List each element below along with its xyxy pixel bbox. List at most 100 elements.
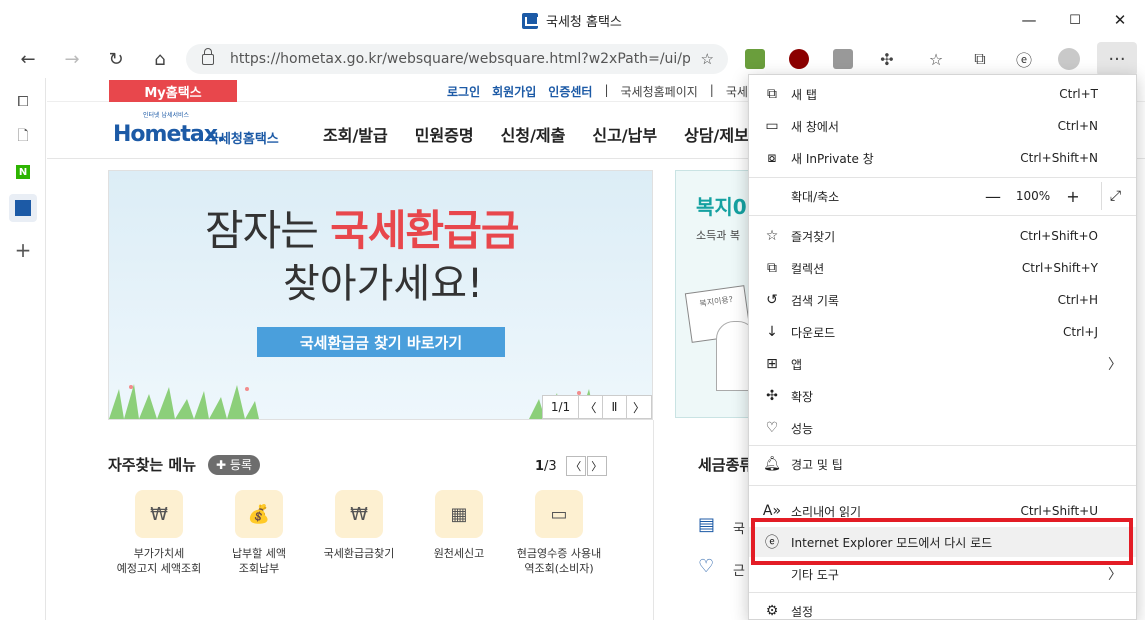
close-button[interactable]: ✕ <box>1097 0 1143 40</box>
zoom-in-button[interactable]: + <box>1059 187 1087 206</box>
tab-hometax[interactable] <box>9 194 37 222</box>
zoom-out-button[interactable]: — <box>979 187 1007 206</box>
menu-new-window[interactable]: ▭ 새 창에서 Ctrl+N <box>749 111 1136 141</box>
favorites-prev-button[interactable]: 〈 <box>565 456 586 476</box>
nav-certificates[interactable]: 민원증명 <box>415 122 474 146</box>
extensions-puzzle-icon[interactable]: ✣ <box>872 44 902 74</box>
banner-pager: 1/1 〈 Ⅱ 〉 <box>542 395 652 419</box>
nav-file-pay[interactable]: 신고/납부 <box>592 122 657 146</box>
tab-actions-icon[interactable]: ⧠ <box>9 88 37 116</box>
menu-downloads[interactable]: ↓ 다운로드 Ctrl+J <box>749 317 1136 347</box>
window-title: 국세청 홈택스 <box>522 11 622 30</box>
extension-icon-1[interactable] <box>745 49 765 69</box>
favorites-pager: 1 /3 〈 〉 <box>535 456 607 476</box>
minimize-button[interactable]: — <box>1006 0 1052 40</box>
fav-cash-receipt[interactable]: ▭ 현금영수증 사용내 역조회(소비자) <box>509 490 609 576</box>
menu-inprivate[interactable]: ⧇ 새 InPrivate 창 Ctrl+Shift+N <box>749 143 1136 173</box>
hometax-app-icon <box>522 12 539 29</box>
collections-icon[interactable]: ⧉ <box>965 44 995 74</box>
favorites-icon[interactable]: ☆ <box>921 44 951 74</box>
new-window-icon: ▭ <box>765 118 779 134</box>
refund-cta-button[interactable]: 국세환급금 찾기 바로가기 <box>257 327 505 357</box>
favorites-heading-row: 자주찾는 메뉴 ✚ 등록 <box>108 454 260 475</box>
nav-inquiry[interactable]: 조회/발급 <box>323 122 388 146</box>
profile-avatar[interactable] <box>1054 44 1084 74</box>
favorites-list: ₩ 부가가치세 예정고지 세액조회 💰 납부할 세액 조회납부 ₩ 국세환급금찾기 … <box>109 490 629 610</box>
tax-types-heading: 세금종류 <box>698 456 754 474</box>
inprivate-icon: ⧇ <box>767 150 777 166</box>
menu-apps[interactable]: ⊞ 앱 〉 <box>749 349 1136 379</box>
welfare-title: 복지0 <box>696 195 747 219</box>
fav-vat-forecast[interactable]: ₩ 부가가치세 예정고지 세액조회 <box>109 490 209 576</box>
divider: | <box>604 83 609 97</box>
nav-consult[interactable]: 상담/제보 <box>684 122 749 146</box>
menu-collections[interactable]: ⧉ 컬렉션 Ctrl+Shift+Y <box>749 253 1136 283</box>
extensions-icon: ✣ <box>766 388 778 404</box>
fav-find-refund[interactable]: ₩ 국세환급금찾기 <box>309 490 409 561</box>
favorites-next-button[interactable]: 〉 <box>586 456 607 476</box>
menu-new-tab[interactable]: ⧉ 새 탭 Ctrl+T <box>749 79 1136 109</box>
fullscreen-icon[interactable]: ⤢ <box>1101 182 1129 210</box>
url-text[interactable]: https://hometax.go.kr/websquare/websquar… <box>230 51 690 67</box>
menu-favorites[interactable]: ☆ 즐겨찾기 Ctrl+Shift+O <box>749 221 1136 251</box>
apps-icon: ⊞ <box>766 356 778 372</box>
nts-homepage-link[interactable]: 국세청홈페이지 <box>621 83 698 100</box>
welfare-subtitle: 소득과 복 <box>696 229 740 242</box>
zoom-value: 100% <box>1015 189 1051 203</box>
home-icon[interactable]: ⌂ <box>145 44 175 74</box>
login-link[interactable]: 로그인 <box>447 83 480 100</box>
banner-next-button[interactable]: 〉 <box>627 396 651 418</box>
banner-page-count: 1/1 <box>543 396 579 418</box>
new-tab-plus-icon[interactable]: + <box>9 236 37 264</box>
menu-extensions[interactable]: ✣ 확장 <box>749 381 1136 411</box>
tab-document-icon[interactable]: 🗋 <box>9 123 37 151</box>
divider <box>749 592 1136 593</box>
menu-history[interactable]: ↺ 검색 기록 Ctrl+H <box>749 285 1136 315</box>
lock-icon[interactable] <box>202 47 214 65</box>
refund-coin-icon: ₩ <box>335 490 383 538</box>
cash-icon: ▭ <box>535 490 583 538</box>
tax-item-1[interactable]: 국 <box>733 518 745 537</box>
ublock-icon[interactable] <box>789 49 809 69</box>
fav-withholding[interactable]: ▦ 원천세신고 <box>409 490 509 561</box>
vertical-tabs-sidebar: ⧠ 🗋 N + <box>0 78 46 620</box>
refresh-icon[interactable]: ↻ <box>101 44 131 74</box>
hometax-logo[interactable]: 인터넷 납세서비스 Hometax. 국세청홈택스 <box>107 108 292 156</box>
favorites-page-current: 1 <box>535 458 545 474</box>
address-bar[interactable]: https://hometax.go.kr/websquare/websquar… <box>186 44 728 74</box>
my-hometax-tab[interactable]: My홈택스 <box>109 80 237 102</box>
new-tab-icon: ⧉ <box>767 86 777 102</box>
signup-link[interactable]: 회원가입 <box>492 83 536 100</box>
maximize-button[interactable]: ☐ <box>1052 0 1098 40</box>
ie-mode-icon[interactable]: ⓔ <box>1009 44 1039 74</box>
extension-icon-3[interactable] <box>833 49 853 69</box>
collections-icon: ⧉ <box>767 260 777 276</box>
menu-alerts[interactable]: 🔔︎ 경고 및 팁 <box>749 449 1136 479</box>
tax-item-2[interactable]: 근 <box>733 560 745 579</box>
nav-apply[interactable]: 신청/제출 <box>501 122 566 146</box>
register-favorite-button[interactable]: ✚ 등록 <box>208 454 260 475</box>
main-nav: 조회/발급 민원증명 신청/제출 신고/납부 상담/제보 <box>323 122 776 146</box>
menu-settings[interactable]: ⚙ 설정 <box>749 596 1136 619</box>
tab-naver[interactable]: N <box>9 158 37 186</box>
add-favorite-icon[interactable]: ☆ <box>701 50 714 68</box>
back-icon[interactable]: ← <box>13 44 43 74</box>
logo-tagline: 인터넷 납세서비스 <box>143 112 190 119</box>
window-titlebar: 국세청 홈택스 — ☐ ✕ <box>0 0 1145 40</box>
fav-pay-tax[interactable]: 💰 납부할 세액 조회납부 <box>209 490 309 576</box>
history-icon: ↺ <box>766 292 778 308</box>
banner-prev-button[interactable]: 〈 <box>579 396 603 418</box>
banner-pause-button[interactable]: Ⅱ <box>603 396 627 418</box>
tax-doc-icon: ₩ <box>135 490 183 538</box>
menu-zoom: 확대/축소 — 100% + ⤢ <box>749 181 1136 211</box>
forward-icon[interactable]: → <box>57 44 87 74</box>
settings-more-button[interactable]: ··· <box>1097 42 1137 76</box>
heart-icon: ♡ <box>698 556 715 577</box>
menu-performance[interactable]: ♡ 성능 <box>749 413 1136 443</box>
bell-icon: 🔔︎ <box>763 456 781 472</box>
main-banner[interactable]: 잠자는 국세환급금 찾아가세요! 국세환급금 찾기 바로가기 1/1 〈 Ⅱ 〉 <box>108 170 653 420</box>
hometax-tab-icon <box>15 200 31 216</box>
gear-icon: ⚙ <box>765 603 779 619</box>
cert-center-link[interactable]: 인증센터 <box>548 83 592 100</box>
chevron-right-icon: 〉 <box>1108 567 1122 583</box>
